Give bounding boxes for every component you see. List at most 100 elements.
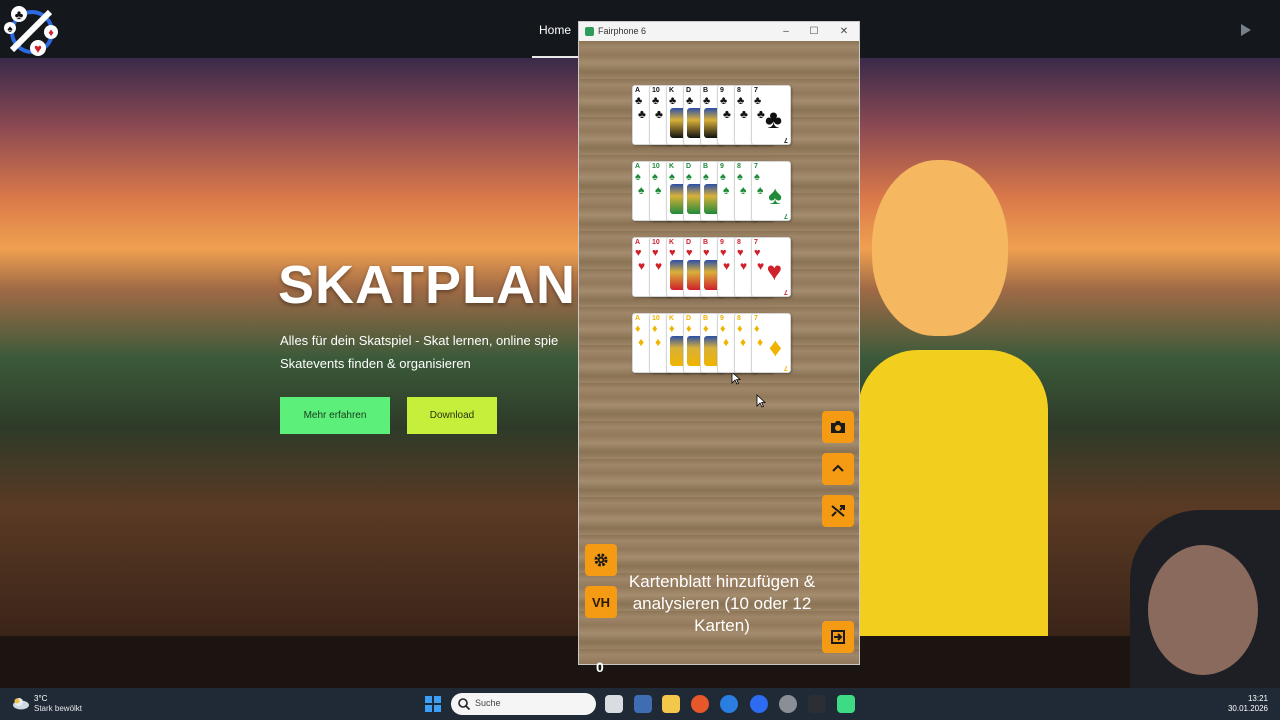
mouse-cursor-icon-2: [756, 394, 766, 408]
play-icon[interactable]: [1238, 22, 1254, 38]
search-icon: [458, 698, 471, 711]
hearts-icon: ♥: [652, 247, 659, 259]
hearts-icon: ♥: [669, 247, 676, 259]
clubs-icon: ♣: [635, 95, 643, 107]
hero-subtitle-line-1: Alles für dein Skatspiel - Skat lernen, …: [280, 333, 559, 348]
cloud-icon[interactable]: [12, 696, 30, 710]
hearts-icon: ♥: [686, 247, 693, 259]
webcam-person: [1148, 545, 1258, 675]
nav-home-link[interactable]: Home: [532, 22, 578, 58]
mouse-cursor-icon: [731, 371, 741, 385]
task-view-icon[interactable]: [605, 695, 623, 713]
svg-text:♦: ♦: [48, 27, 54, 39]
hearts-icon: ♥: [737, 247, 744, 259]
spades-pip-icon: ♠: [757, 183, 764, 197]
taskbar-search-box[interactable]: [451, 693, 596, 715]
spades-icon: ♠: [686, 171, 692, 183]
card-rank: D: [686, 163, 692, 170]
vh-label: VH: [591, 594, 611, 610]
weather-description[interactable]: Stark bewölkt: [34, 704, 82, 713]
diamonds-pip-icon: ♦: [740, 335, 747, 349]
download-button[interactable]: Download: [407, 397, 497, 434]
hearts-icon: ♥: [703, 247, 710, 259]
card-rank: 10: [652, 315, 660, 322]
emulator-titlebar[interactable]: Fairphone 6 – ☐ ✕: [579, 22, 859, 41]
close-button[interactable]: ✕: [833, 24, 855, 39]
avatar-illustration-face: [872, 160, 1008, 336]
vh-button[interactable]: VH: [585, 586, 617, 618]
card-diamonds-7[interactable]: 7 ♦ ♦ ♦ 7: [751, 313, 791, 373]
card-rank-bottom: 7: [784, 364, 788, 371]
scroll-up-button[interactable]: [822, 453, 854, 485]
wood-table-surface: A ♣ ♣ 10 ♣ ♣ K ♣ D ♣ B ♣ 9 ♣ ♣ 8 ♣ ♣ 7 ♣ ♣ ♣ 7 A ♠ ♠ 10 ♠ ♠ K ♠ D ♠ B ♠ 9 ♠ ♠…: [579, 41, 859, 675]
hearts-icon: ♥: [720, 247, 727, 259]
svg-text:♥: ♥: [34, 41, 42, 56]
card-rank-bottom: 7: [784, 288, 788, 295]
spades-icon: ♠: [720, 171, 726, 183]
microsoft-store-icon[interactable]: [634, 695, 652, 713]
card-clubs-7[interactable]: 7 ♣ ♣ ♣ 7: [751, 85, 791, 145]
hearts-pip-icon: ♥: [723, 259, 731, 273]
avatar-illustration-body: [858, 350, 1048, 636]
weather-temperature[interactable]: 3°C: [34, 694, 47, 703]
taskbar-time[interactable]: 13:21: [1248, 694, 1268, 703]
maximize-button[interactable]: ☐: [803, 24, 825, 39]
clubs-icon: ♣: [669, 95, 677, 107]
camera-icon: [831, 421, 845, 433]
hearts-pip-icon: ♥: [638, 259, 646, 273]
spades-large-icon: ♠: [768, 180, 782, 210]
card-rank: 9: [720, 87, 724, 94]
start-button[interactable]: [425, 696, 441, 712]
card-rank: 10: [652, 239, 660, 246]
card-rank: A: [635, 239, 641, 246]
card-rank: 7: [754, 87, 758, 94]
add-hand-info-text: Kartenblatt hinzufügen & analysieren (10…: [628, 572, 816, 635]
android-emulator-icon[interactable]: [837, 695, 855, 713]
firefox-icon[interactable]: [691, 695, 709, 713]
hearts-pip-icon: ♥: [757, 259, 765, 273]
exit-button[interactable]: [822, 621, 854, 653]
settings-button[interactable]: [585, 544, 617, 576]
card-rank: K: [669, 315, 675, 322]
clubs-icon: ♣: [686, 95, 694, 107]
diamonds-pip-icon: ♦: [723, 335, 730, 349]
clubs-pip-icon: ♣: [757, 107, 765, 121]
hand-row-spades: A ♠ ♠ 10 ♠ ♠ K ♠ D ♠ B ♠ 9 ♠ ♠ 8 ♠ ♠ 7 ♠ ♠ ♠ 7: [632, 161, 808, 221]
shuffle-button[interactable]: [822, 495, 854, 527]
spades-pip-icon: ♠: [723, 183, 730, 197]
spades-icon: ♠: [737, 171, 743, 183]
hearts-pip-icon: ♥: [740, 259, 748, 273]
settings-app-icon[interactable]: [779, 695, 797, 713]
card-rank: B: [703, 315, 709, 322]
emulator-window: Fairphone 6 – ☐ ✕ A ♣ ♣ 10 ♣ ♣ K ♣ D ♣ B ♣ 9 ♣ ♣ 8 ♣ ♣ 7 ♣ ♣…: [578, 21, 860, 675]
file-explorer-icon[interactable]: [662, 695, 680, 713]
diamonds-icon: ♦: [686, 323, 692, 335]
card-rank: K: [669, 163, 675, 170]
diamonds-icon: ♦: [754, 323, 760, 335]
zoom-icon[interactable]: [750, 695, 768, 713]
hearts-pip-icon: ♥: [655, 259, 663, 273]
minimize-button[interactable]: –: [775, 24, 797, 39]
card-rank: D: [686, 239, 692, 246]
skatplanet-logo[interactable]: ♣ ♦ ♥ ♠: [4, 4, 60, 56]
svg-text:♣: ♣: [15, 7, 24, 22]
card-count: 0: [596, 659, 604, 675]
hand-row-diamonds: A ♦ ♦ 10 ♦ ♦ K ♦ D ♦ B ♦ 9 ♦ ♦ 8 ♦ ♦ 7 ♦ ♦ ♦ 7: [632, 313, 808, 373]
taskbar-date[interactable]: 30.01.2026: [1228, 704, 1268, 713]
card-rank: A: [635, 315, 641, 322]
card-rank: 10: [652, 87, 660, 94]
diamonds-icon: ♦: [652, 323, 658, 335]
more-info-button[interactable]: Mehr erfahren: [280, 397, 390, 434]
card-spades-7[interactable]: 7 ♠ ♠ ♠ 7: [751, 161, 791, 221]
browser-icon[interactable]: [720, 695, 738, 713]
card-hearts-7[interactable]: 7 ♥ ♥ ♥ 7: [751, 237, 791, 297]
diamonds-icon: ♦: [720, 323, 726, 335]
spades-icon: ♠: [669, 171, 675, 183]
hero-subtitle-line-2: Skatevents finden & organisieren: [280, 356, 471, 371]
exit-icon: [831, 630, 845, 644]
clubs-pip-icon: ♣: [655, 107, 663, 121]
hearts-icon: ♥: [635, 247, 642, 259]
shuffle-icon: [831, 505, 845, 517]
terminal-icon[interactable]: [808, 695, 826, 713]
camera-button[interactable]: [822, 411, 854, 443]
